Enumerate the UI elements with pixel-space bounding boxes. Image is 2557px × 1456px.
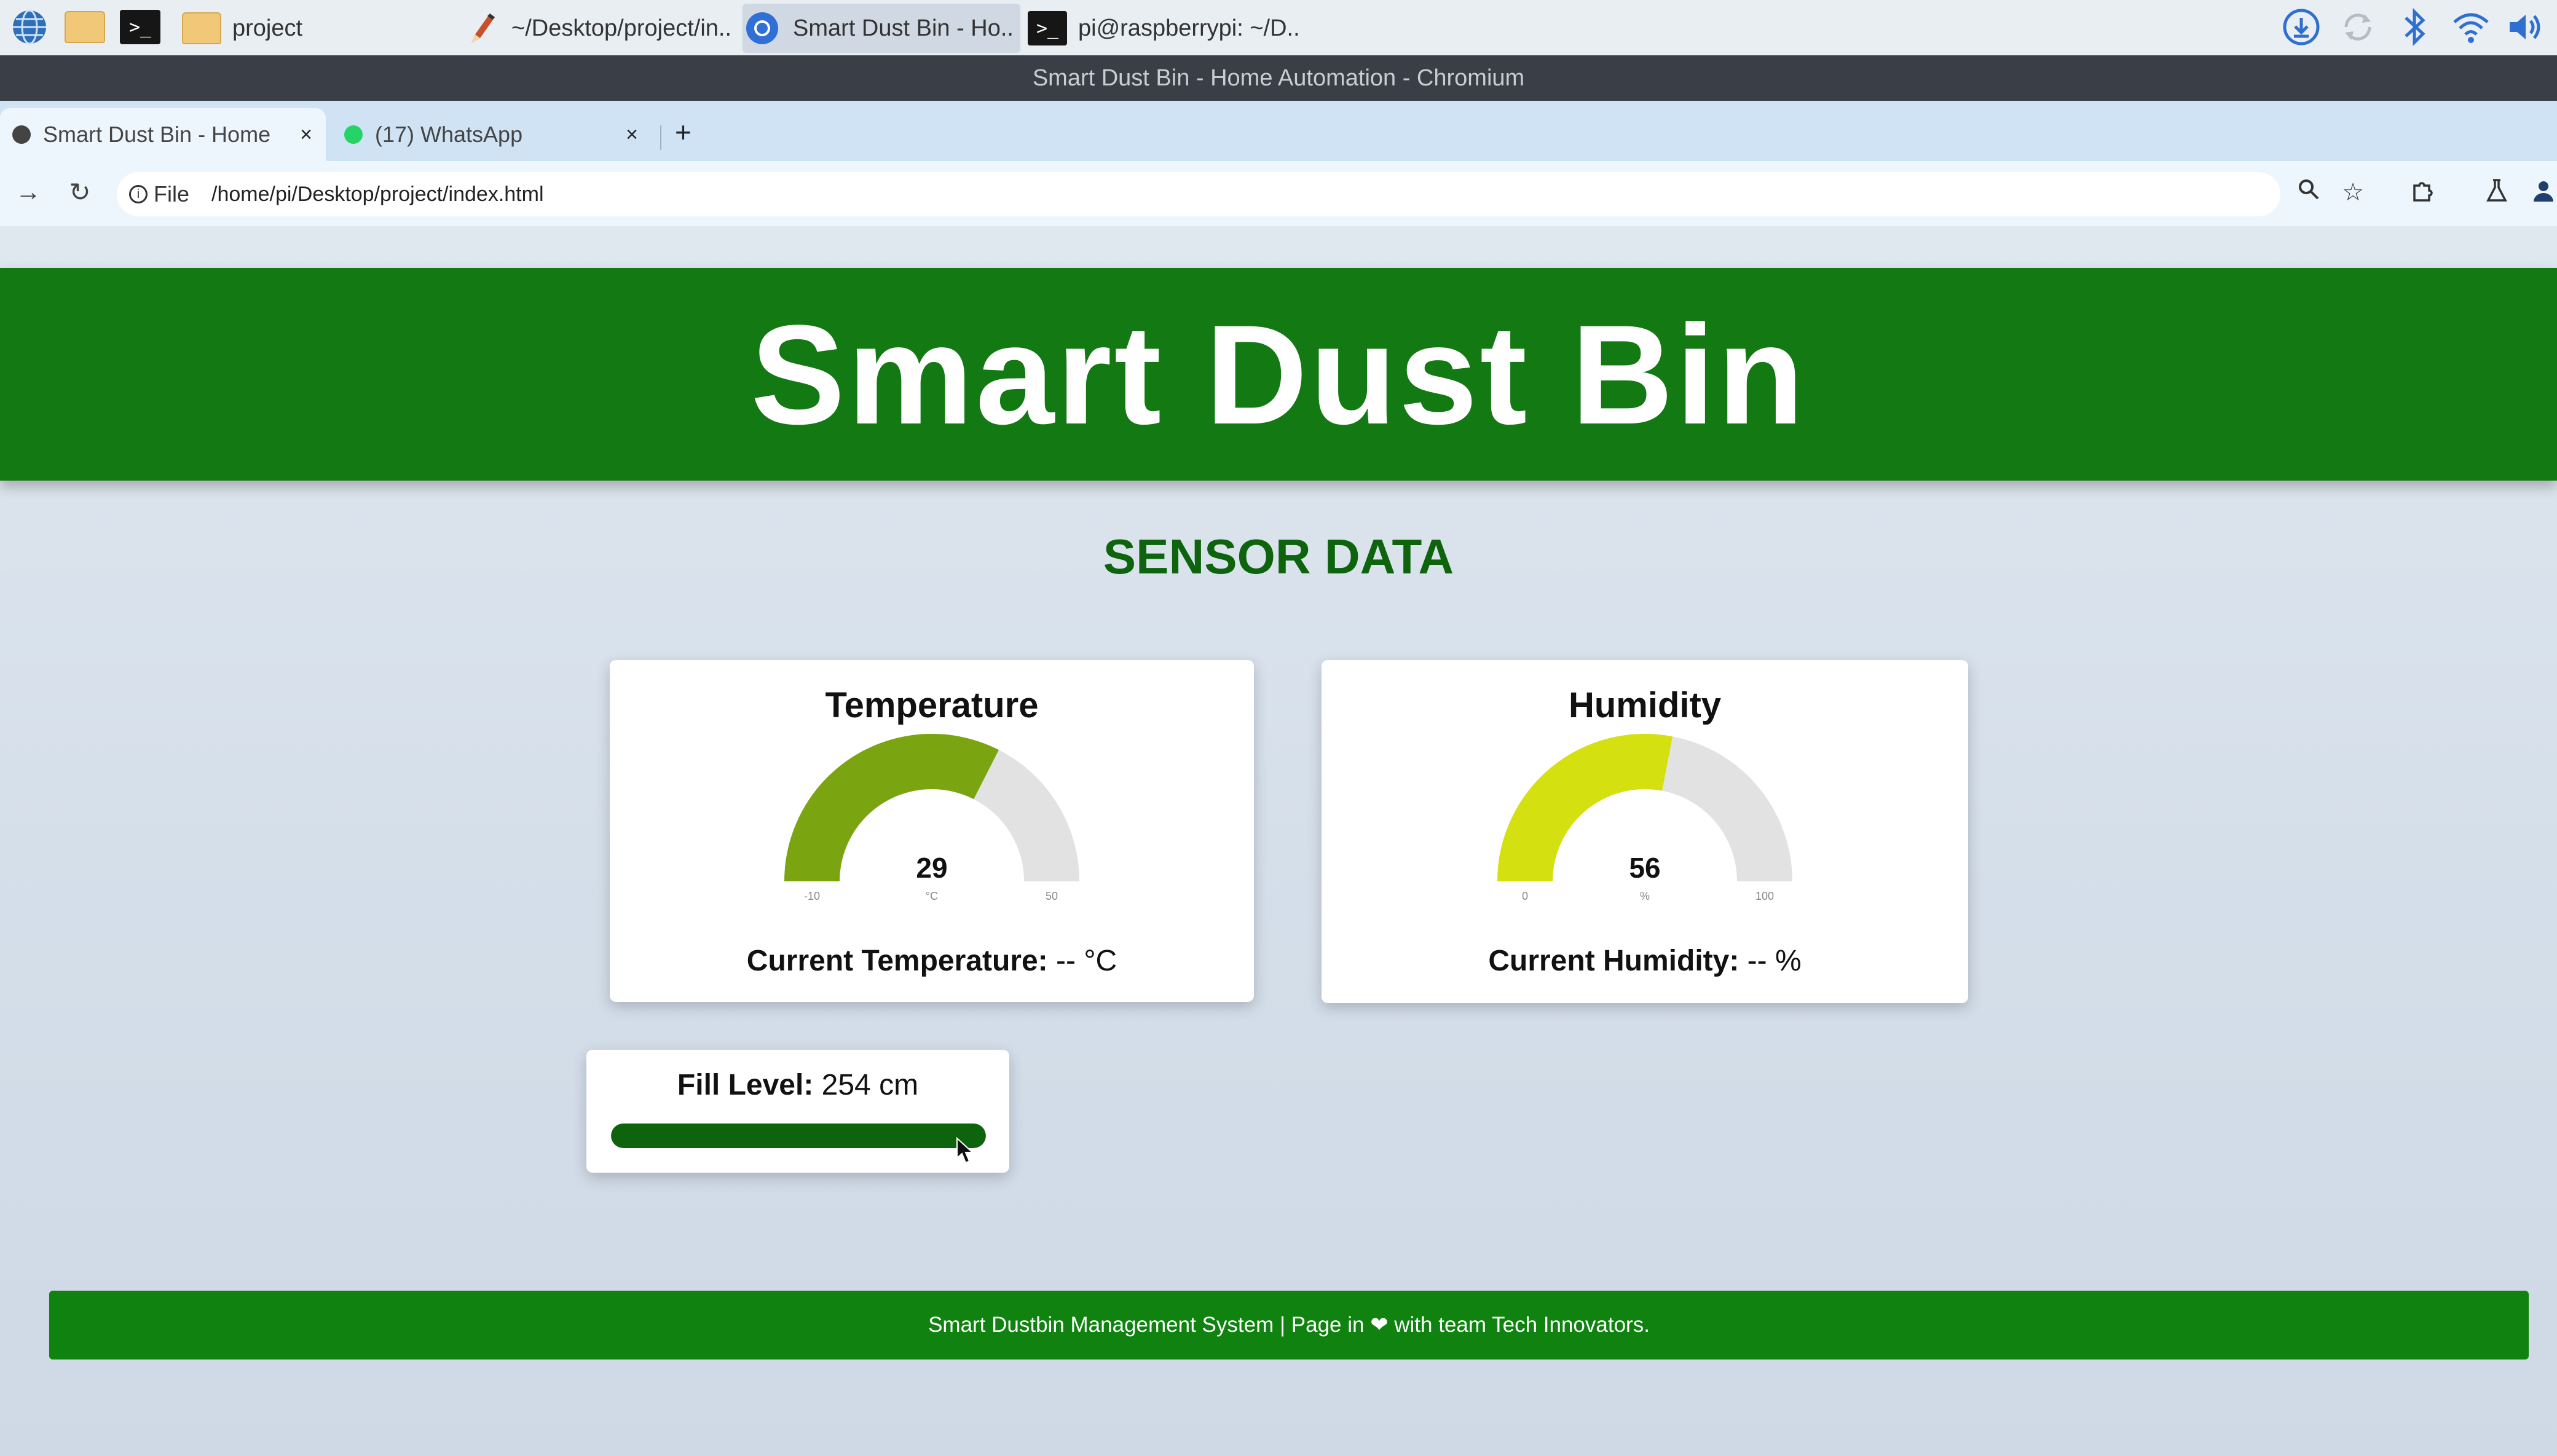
close-tab-icon[interactable]: × <box>626 123 638 147</box>
fill-level-progress-bar <box>611 1123 986 1148</box>
temperature-gauge-max: 50 <box>1046 890 1058 902</box>
humidity-reading-label: Current Humidity: <box>1488 945 1739 977</box>
temperature-card: Temperature 29 °C -10 50 Current Temperatur… <box>610 660 1254 1002</box>
taskbar-window-label: project <box>232 15 303 41</box>
humidity-gauge-value: 56 <box>1629 852 1660 884</box>
download-icon[interactable] <box>2280 7 2322 47</box>
temperature-reading-label: Current Temperature: <box>746 945 1048 977</box>
browser-toolbar: → ↻ i File /home/pi/Desktop/project/inde… <box>0 161 2557 226</box>
close-tab-icon[interactable]: × <box>300 123 312 147</box>
temperature-gauge-fill <box>784 734 999 881</box>
globe-icon[interactable] <box>9 7 50 47</box>
temperature-gauge-unit: °C <box>926 890 938 902</box>
footer-text: Smart Dustbin Management System | Page i… <box>928 1313 1650 1337</box>
tab-label: (17) WhatsApp <box>375 122 523 147</box>
terminal-icon: >_ <box>1028 10 1067 47</box>
humidity-card: Humidity 56% 0 100 Current Humidity: -- % <box>1322 660 1968 1003</box>
fill-level-text: Fill Level: 254 cm <box>586 1068 1009 1102</box>
humidity-gauge-max: 100 <box>1755 890 1774 902</box>
page-favicon-icon <box>12 125 31 144</box>
taskbar-window-terminal[interactable]: >_ pi@raspberrypi: ~/D.. <box>1028 4 1317 53</box>
file-manager-icon[interactable] <box>64 7 106 47</box>
url-text: /home/pi/Desktop/project/index.html <box>211 182 544 206</box>
humidity-gauge-unit: % <box>1640 890 1650 902</box>
tab-whatsapp[interactable]: (17) WhatsApp × <box>332 108 652 161</box>
tab-strip: Smart Dust Bin - Home × (17) WhatsApp × … <box>0 101 2557 161</box>
extensions-icon[interactable] <box>2407 178 2439 209</box>
taskbar-window-label: pi@raspberrypi: ~/D.. <box>1078 15 1300 41</box>
tab-smart-dust-bin[interactable]: Smart Dust Bin - Home × <box>0 108 326 161</box>
fill-level-label: Fill Level: <box>677 1069 814 1101</box>
taskbar-window-editor[interactable]: ~/Desktop/project/in.. <box>461 4 744 53</box>
humidity-reading-value: -- % <box>1747 945 1802 977</box>
page-title: Smart Dust Bin <box>751 295 1806 454</box>
address-bar[interactable]: i File /home/pi/Desktop/project/index.ht… <box>117 172 2280 216</box>
volume-icon[interactable] <box>2505 7 2547 47</box>
profile-icon[interactable] <box>2527 178 2557 209</box>
temperature-gauge: 29 °C -10 50 <box>784 734 1079 902</box>
fill-level-value: 254 cm <box>821 1069 919 1101</box>
bookmark-star-icon[interactable]: ☆ <box>2337 178 2369 207</box>
humidity-title: Humidity <box>1568 685 1722 725</box>
taskbar-window-label: Smart Dust Bin - Ho.. <box>793 15 1014 41</box>
whatsapp-icon <box>344 125 363 144</box>
folder-icon <box>182 10 221 47</box>
new-tab-button[interactable]: + <box>675 116 691 149</box>
footer: Smart Dustbin Management System | Page i… <box>49 1291 2529 1360</box>
temperature-gauge-min: -10 <box>804 890 820 902</box>
text-editor-icon <box>461 10 500 47</box>
sync-icon[interactable] <box>2337 7 2379 47</box>
temperature-reading-value: -- °C <box>1056 945 1117 977</box>
section-title: SENSOR DATA <box>1103 529 1454 584</box>
scheme-label: File <box>154 181 190 207</box>
site-info-button[interactable]: i File <box>129 181 189 207</box>
chromium-icon <box>743 10 782 47</box>
temperature-title: Temperature <box>825 685 1039 725</box>
reload-icon[interactable]: ↻ <box>64 177 96 207</box>
temperature-reading: Current Temperature: -- °C <box>610 944 1254 978</box>
labs-flask-icon[interactable] <box>2481 178 2513 209</box>
mouse-cursor-icon <box>956 1137 974 1164</box>
temperature-gauge-value: 29 <box>916 852 947 884</box>
taskbar-window-project[interactable]: project <box>182 4 440 53</box>
humidity-gauge: 56% 0 100 <box>1497 734 1792 902</box>
terminal-icon[interactable]: >_ <box>119 7 161 47</box>
fill-level-card: Fill Level: 254 cm <box>586 1050 1009 1173</box>
taskbar: >_ project ~/Desktop/project/in.. Smart … <box>0 0 2557 57</box>
taskbar-window-label: ~/Desktop/project/in.. <box>511 15 732 41</box>
wifi-icon[interactable] <box>2450 7 2492 47</box>
humidity-gauge-min: 0 <box>1522 890 1528 902</box>
window-title: Smart Dust Bin - Home Automation - Chrom… <box>0 55 2557 101</box>
header-banner: Smart Dust Bin <box>0 268 2557 481</box>
forward-icon[interactable]: → <box>12 177 44 207</box>
zoom-icon[interactable] <box>2293 178 2325 207</box>
humidity-reading: Current Humidity: -- % <box>1322 944 1968 978</box>
taskbar-window-chromium[interactable]: Smart Dust Bin - Ho.. <box>743 4 1020 53</box>
bluetooth-icon[interactable] <box>2393 7 2435 47</box>
fill-level-progress <box>611 1123 986 1148</box>
info-icon: i <box>129 185 148 203</box>
tab-divider <box>660 125 661 150</box>
tab-label: Smart Dust Bin - Home <box>43 122 271 147</box>
